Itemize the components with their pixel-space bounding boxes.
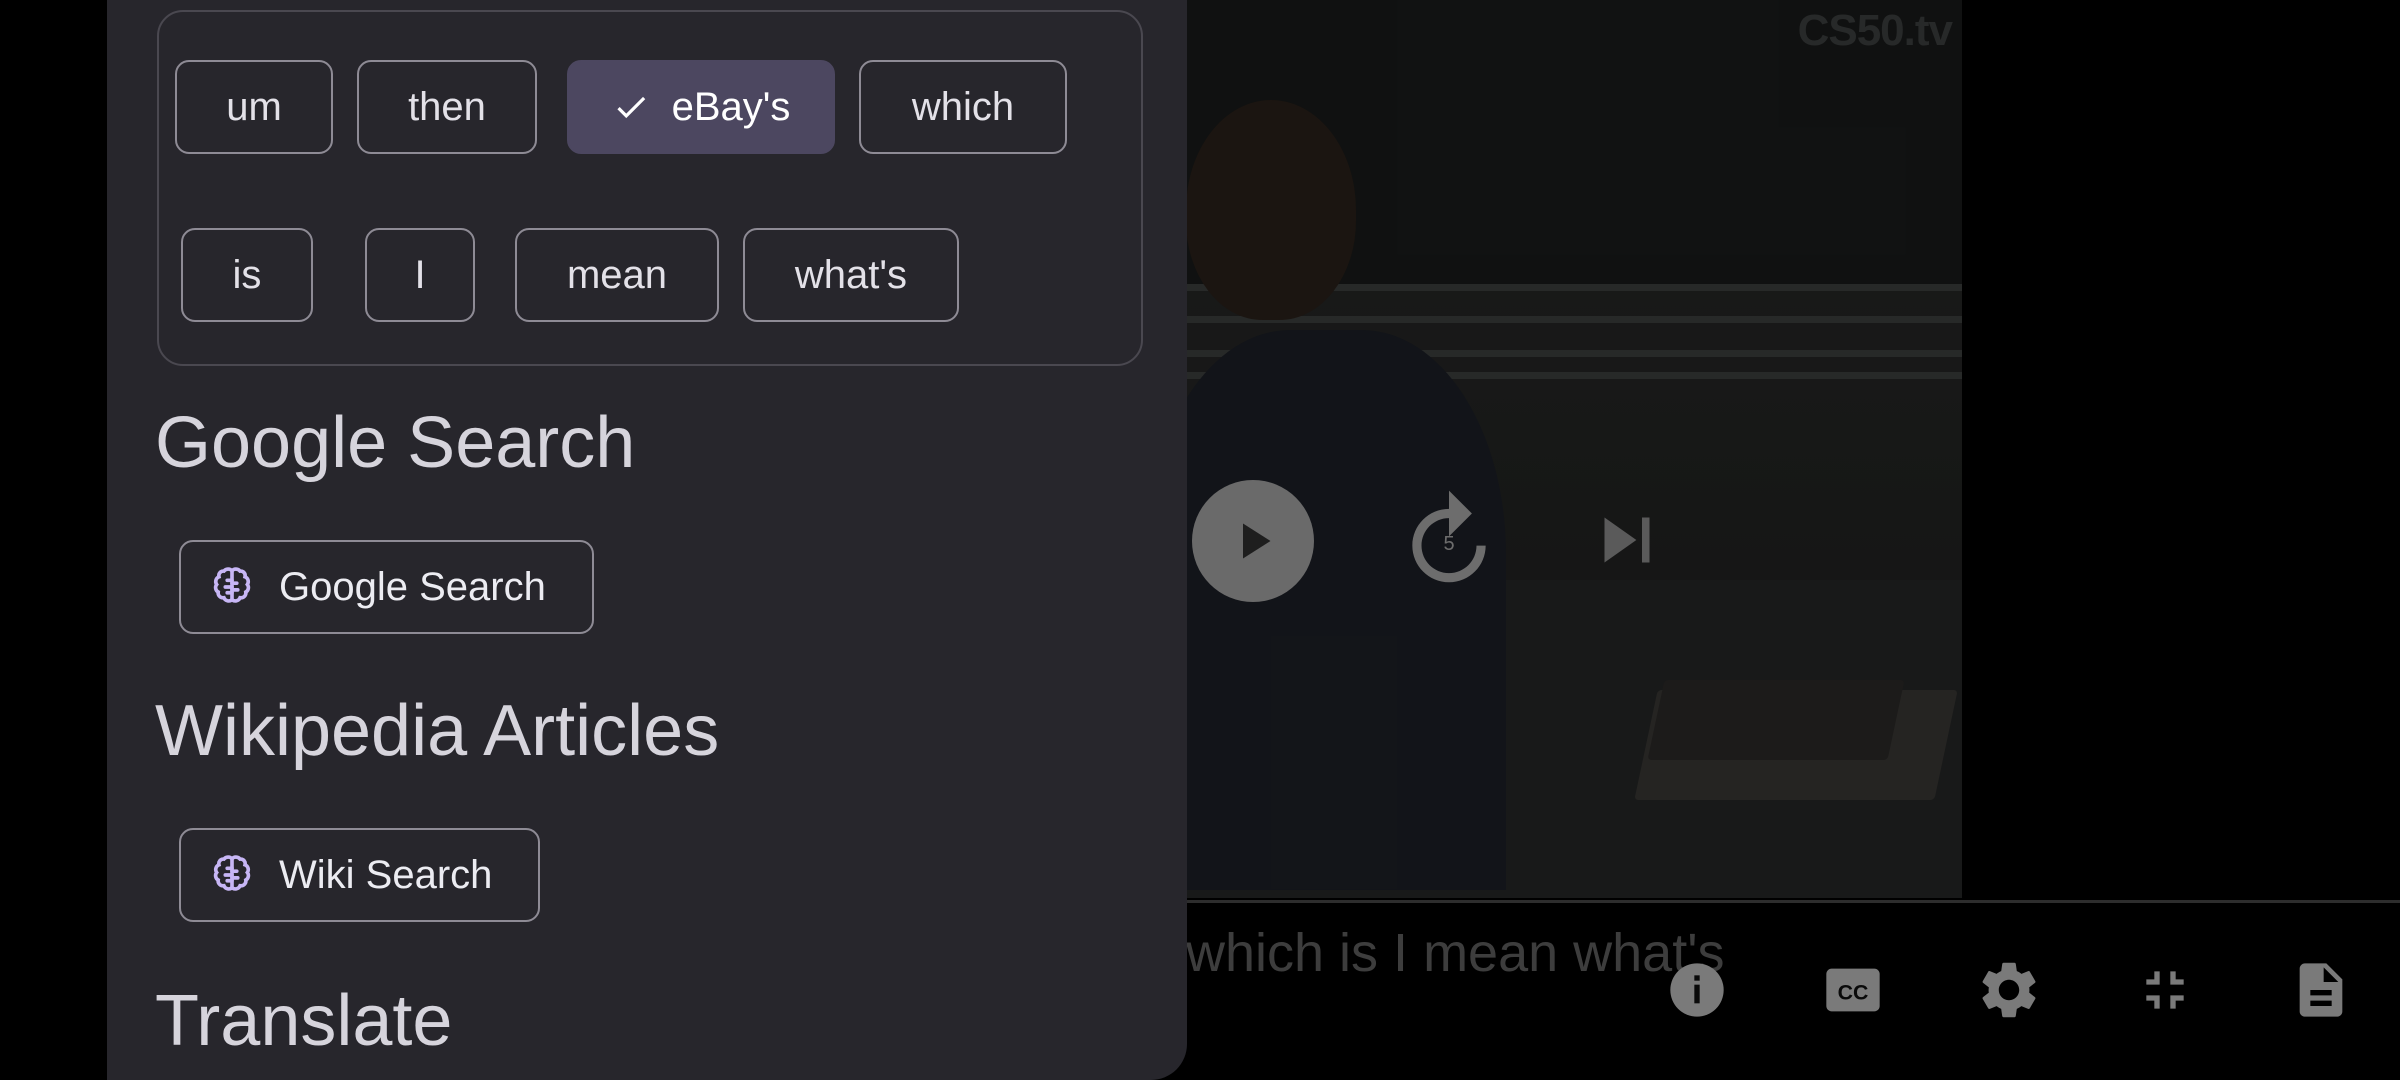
- brain-icon: [209, 564, 255, 610]
- google-search-heading: Google Search: [155, 403, 636, 483]
- word-chip-which[interactable]: which: [859, 60, 1067, 154]
- chip-label: eBay's: [671, 84, 791, 129]
- word-chip-mean[interactable]: mean: [515, 228, 719, 322]
- svg-text:CC: CC: [1838, 980, 1869, 1004]
- word-chip-is[interactable]: is: [181, 228, 313, 322]
- skip-next-button[interactable]: [1582, 490, 1672, 590]
- chip-label: is: [232, 252, 262, 297]
- video-dim-overlay: [1186, 0, 1962, 898]
- brain-icon: [209, 852, 255, 898]
- word-chip-um[interactable]: um: [175, 60, 333, 154]
- exit-fullscreen-button[interactable]: [2130, 955, 2200, 1025]
- wiki-search-button[interactable]: Wiki Search: [179, 828, 541, 922]
- word-chip-group: um then eBay's which is I mean what's: [157, 10, 1143, 366]
- closed-caption-icon: CC: [1826, 968, 1880, 1012]
- check-icon: [612, 88, 650, 126]
- word-chip-ebays[interactable]: eBay's: [567, 60, 835, 154]
- chip-label: mean: [566, 252, 668, 297]
- settings-icon: [1982, 962, 2036, 1018]
- translate-heading: Translate: [155, 981, 453, 1061]
- chip-label: which: [911, 84, 1015, 129]
- replay-seconds-label: 5: [1443, 532, 1455, 555]
- wikipedia-articles-heading: Wikipedia Articles: [155, 691, 720, 771]
- chip-label: then: [408, 84, 486, 129]
- chip-label: what's: [794, 252, 908, 297]
- google-search-button[interactable]: Google Search: [179, 540, 594, 634]
- video-frame[interactable]: CS50.tv: [1186, 0, 1962, 898]
- subtitle-text: which is I mean what's: [1186, 923, 1725, 983]
- skip-next-icon: [1604, 517, 1650, 563]
- chip-label: um: [226, 84, 282, 129]
- google-search-button-label: Google Search: [279, 564, 546, 609]
- captions-button[interactable]: CC: [1818, 955, 1888, 1025]
- word-chip-whats[interactable]: what's: [743, 228, 959, 322]
- chip-label: I: [414, 252, 426, 297]
- play-button[interactable]: [1192, 480, 1314, 602]
- progress-track[interactable]: [1186, 900, 2400, 903]
- info-button[interactable]: [1662, 955, 1732, 1025]
- lookup-panel: um then eBay's which is I mean what's Go…: [107, 0, 1187, 1080]
- settings-button[interactable]: [1974, 955, 2044, 1025]
- info-icon: [1670, 963, 1724, 1017]
- notes-button[interactable]: [2286, 955, 2356, 1025]
- play-icon: [1243, 523, 1271, 559]
- notes-icon: [2299, 963, 2343, 1017]
- word-chip-i[interactable]: I: [365, 228, 475, 322]
- exit-fullscreen-icon: [2146, 971, 2184, 1009]
- word-chip-then[interactable]: then: [357, 60, 537, 154]
- replay-5-button[interactable]: 5: [1394, 486, 1504, 596]
- wiki-search-button-label: Wiki Search: [279, 852, 493, 897]
